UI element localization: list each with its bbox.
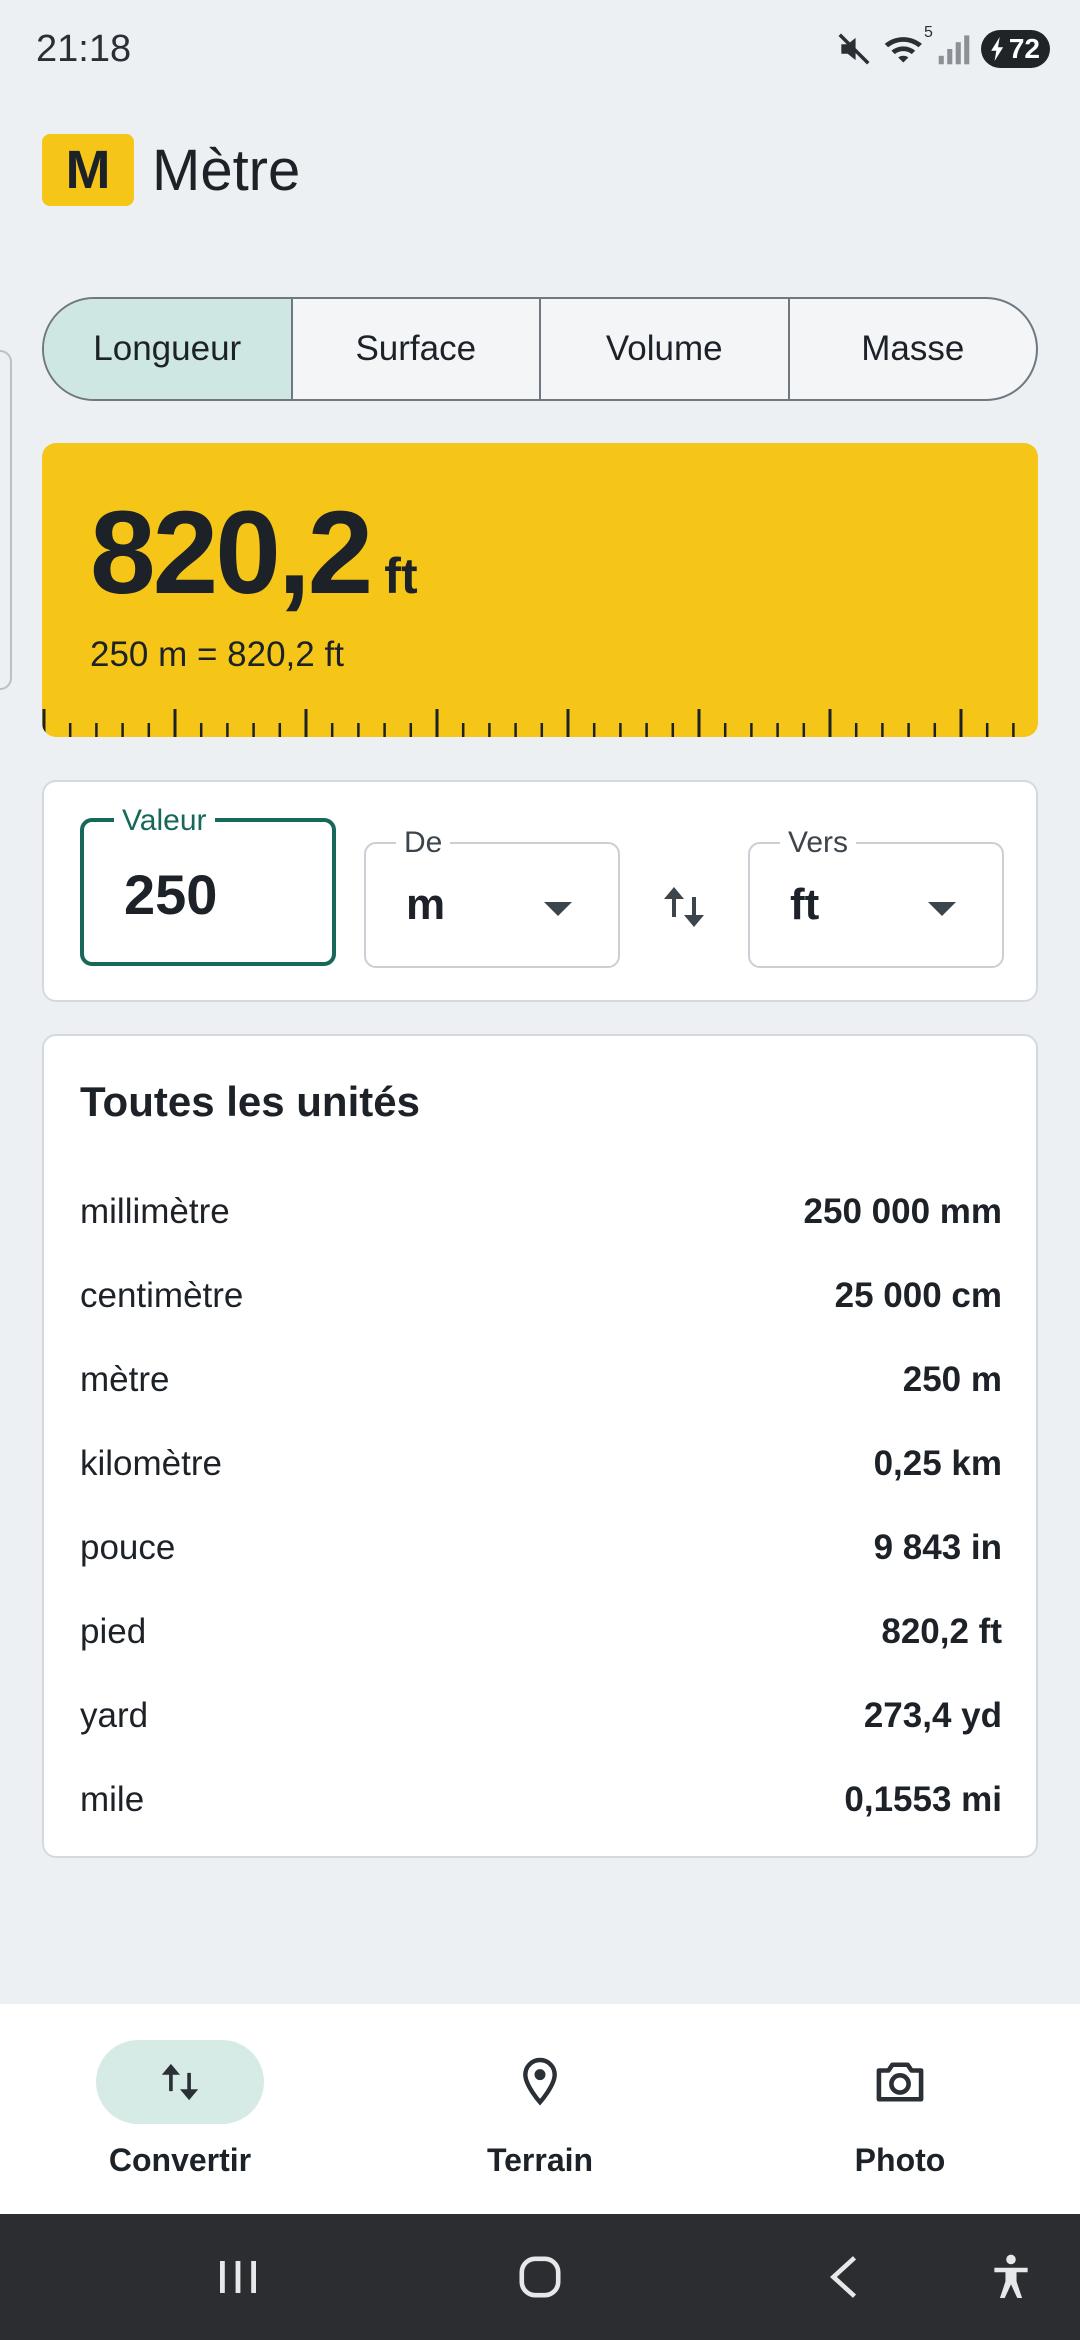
nav-convertir[interactable]: Convertir [60,2040,300,2179]
list-item: centimètre 25 000 cm [80,1254,1002,1338]
result-unit: ft [384,548,418,604]
result-main: 820,2 ft [90,485,418,621]
unit-name: mètre [80,1360,170,1399]
accessibility-icon [994,2254,1028,2299]
nav-label: Photo [854,2142,946,2178]
wifi-icon: 5 [883,24,933,68]
tab-volume[interactable]: Volume [541,299,790,399]
tab-longueur[interactable]: Longueur [44,299,293,399]
list-item: millimètre 250 000 mm [80,1170,1002,1254]
nav-icon-pill [816,2040,984,2124]
status-icons: 5 72 [835,24,1050,68]
mute-icon [835,30,873,68]
tab-surface[interactable]: Surface [293,299,541,399]
battery-charging-icon: 72 [980,30,1050,68]
home-icon [519,2256,561,2298]
value-input[interactable]: 250 [124,862,217,927]
unit-name: centimètre [80,1276,244,1315]
back-button[interactable] [808,2244,878,2310]
home-button[interactable] [505,2244,575,2310]
from-unit-value: m [406,880,446,929]
accessibility-button[interactable] [976,2244,1046,2310]
unit-value: 250 m [902,1360,1002,1399]
list-item: mètre 250 m [80,1338,1002,1422]
unit-name: millimètre [80,1192,230,1231]
app-title: Mètre [152,137,301,203]
recents-icon [220,2261,256,2293]
to-unit-value: ft [790,880,820,929]
all-units-card: Toutes les unités millimètre 250 000 mm c… [42,1034,1038,1858]
list-item: mile 0,1553 mi [80,1758,1002,1842]
unit-value: 250 000 mm [803,1192,1002,1231]
signal-icon [937,32,971,66]
nav-label: Convertir [108,2142,252,2178]
nav-icon-pill [96,2040,264,2124]
unit-name: pied [80,1612,147,1651]
result-value: 820,2 [90,487,373,619]
category-tabs: Longueur Surface Volume Masse [42,297,1038,401]
camera-icon [876,2062,924,2102]
dropdown-arrow-icon [544,902,572,916]
value-field[interactable]: Valeur 250 [80,804,336,966]
location-pin-icon [523,2057,557,2106]
list-item: yard 273,4 yd [80,1674,1002,1758]
bottom-navigation: Convertir Terrain Photo [0,2004,1080,2214]
result-card: 820,2 ft 250 m = 820,2 ft [42,443,1038,737]
ruler-decoration [42,709,1015,737]
to-unit-label: Vers [780,826,857,860]
to-unit-select[interactable]: Vers ft [748,826,1004,968]
swap-vertical-icon [161,2063,199,2101]
system-navigation-bar [0,2214,1080,2340]
nav-label: Terrain [486,2142,594,2178]
all-units-title: Toutes les unités [80,1078,420,1125]
unit-value: 25 000 cm [834,1276,1002,1315]
unit-value: 0,25 km [873,1444,1002,1483]
unit-value: 273,4 yd [863,1696,1002,1735]
nav-icon-pill [456,2040,624,2124]
list-item: pouce 9 843 in [80,1506,1002,1590]
status-bar: 21:18 5 72 [0,0,1080,100]
side-drawer-handle[interactable] [0,350,12,690]
unit-name: yard [80,1696,149,1735]
list-item: pied 820,2 ft [80,1590,1002,1674]
app-header: M Mètre [42,134,300,206]
tab-masse[interactable]: Masse [790,299,1037,399]
unit-value: 9 843 in [873,1528,1002,1567]
recents-button[interactable] [203,2244,273,2310]
from-unit-select[interactable]: De m [364,826,620,968]
from-unit-label: De [396,826,451,860]
swap-units-button[interactable] [654,877,714,937]
unit-name: pouce [80,1528,176,1567]
app-logo: M [42,134,134,206]
list-item: kilomètre 0,25 km [80,1422,1002,1506]
unit-name: kilomètre [80,1444,222,1483]
dropdown-arrow-icon [928,902,956,916]
back-icon [829,2256,857,2298]
unit-value: 820,2 ft [881,1612,1002,1651]
swap-vertical-icon [664,887,704,927]
nav-terrain[interactable]: Terrain [420,2040,660,2179]
value-field-label: Valeur [114,804,215,838]
battery-level: 72 [1008,33,1040,64]
wifi-badge: 5 [923,24,933,41]
conversion-input-card: Valeur 250 De m Vers ft [42,780,1038,1002]
unit-value: 0,1553 mi [844,1780,1002,1819]
result-equation: 250 m = 820,2 ft [90,635,344,674]
all-units-list: millimètre 250 000 mm centimètre 25 000 cm… [80,1170,1002,1842]
nav-photo[interactable]: Photo [780,2040,1020,2179]
status-time: 21:18 [36,28,132,70]
unit-name: mile [80,1780,145,1819]
